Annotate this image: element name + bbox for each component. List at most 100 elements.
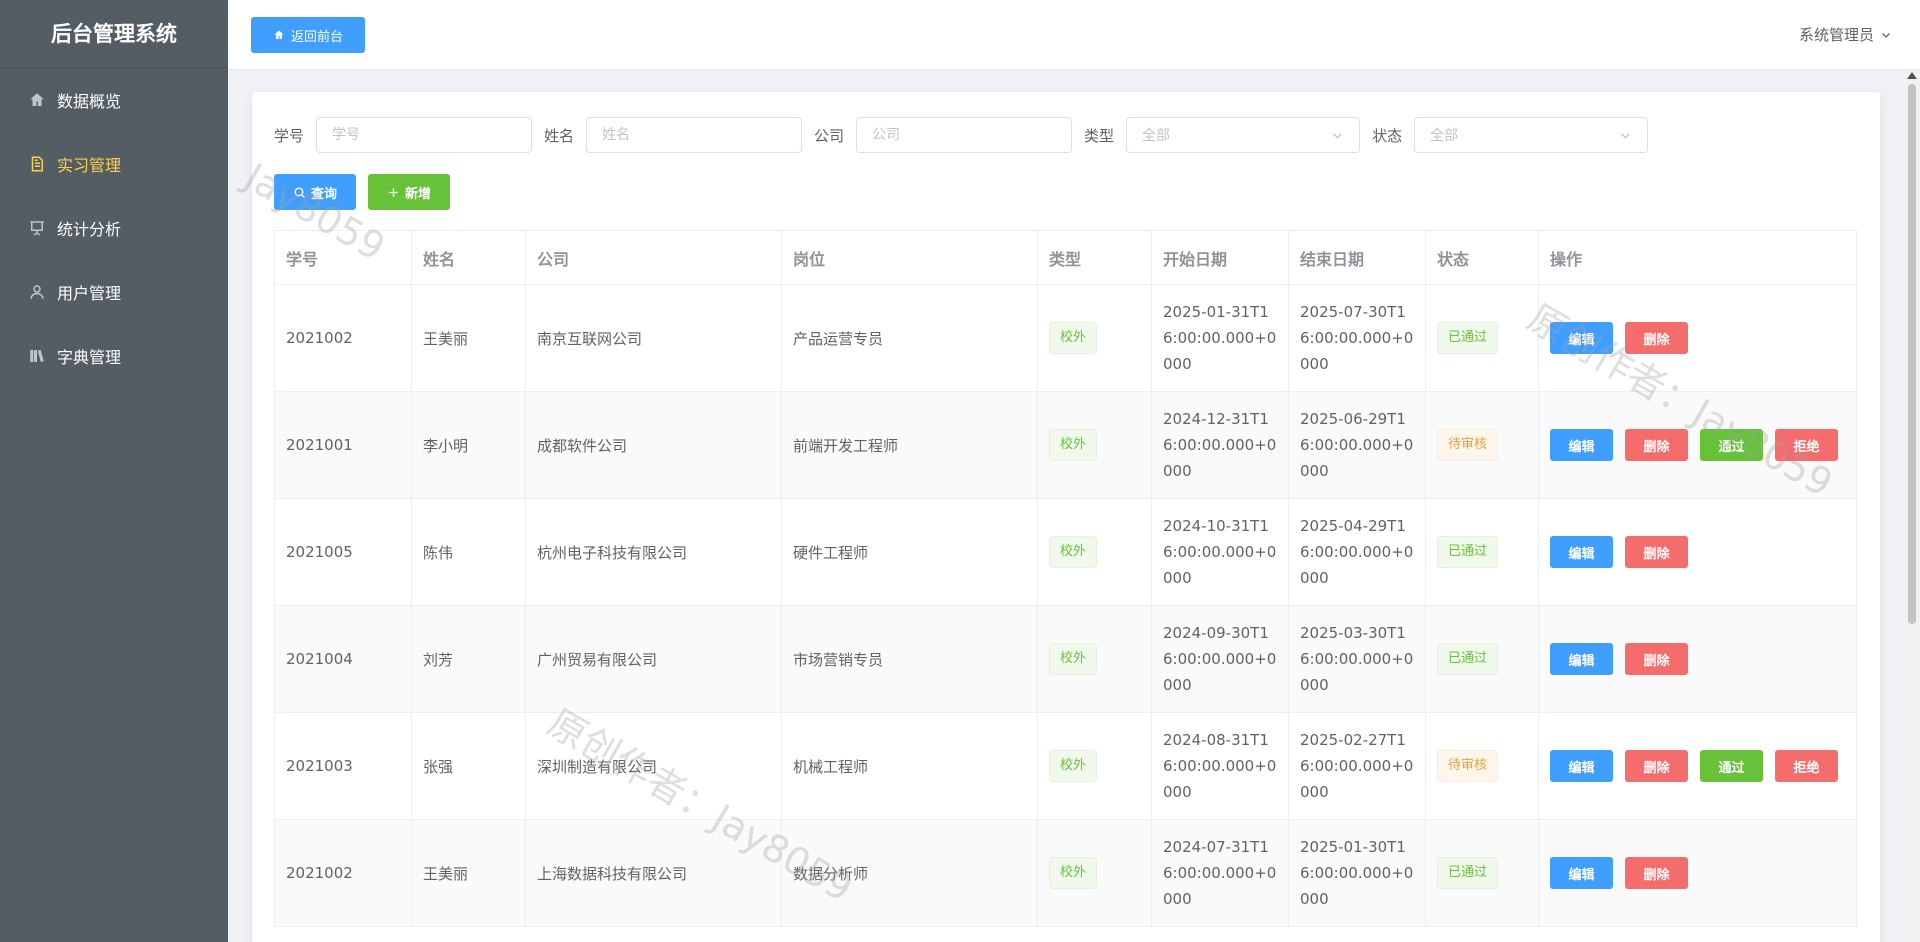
start-date-cell: 2024-07-31T16:00:00.000+0000 (1151, 819, 1289, 927)
sidebar-item-label: 实习管理 (57, 156, 122, 175)
chevron-down-icon (1333, 132, 1342, 139)
name-cell: 王美丽 (411, 819, 526, 927)
name-cell: 陈伟 (411, 498, 526, 606)
delete-button[interactable]: 删除 (1625, 536, 1688, 568)
start-date-cell: 2025-01-31T16:00:00.000+0000 (1151, 284, 1289, 392)
edit-button[interactable]: 编辑 (1550, 857, 1613, 889)
presentation-icon (28, 219, 46, 237)
position-cell: 机械工程师 (781, 712, 1038, 820)
chevron-down-icon (1882, 32, 1890, 38)
status-badge: 已通过 (1437, 322, 1499, 354)
student-id-cell: 2021002 (274, 819, 412, 927)
edit-button[interactable]: 编辑 (1550, 322, 1613, 354)
table-row: 2021001 李小明 成都软件公司 前端开发工程师 校外 2024-12-31… (274, 391, 1857, 499)
edit-button[interactable]: 编辑 (1550, 429, 1613, 461)
delete-button[interactable]: 删除 (1625, 857, 1688, 889)
type-select-value: 全部 (1142, 128, 1171, 144)
query-button[interactable]: 查询 (274, 174, 356, 210)
status-select-value: 全部 (1430, 128, 1459, 144)
filter-bar: 学号 姓名 公司 类型 全部 状态 全部 (274, 116, 1660, 154)
delete-button[interactable]: 删除 (1625, 429, 1688, 461)
status-select[interactable]: 全部 (1414, 117, 1649, 153)
approve-button[interactable]: 通过 (1700, 429, 1763, 461)
start-date-cell: 2024-12-31T16:00:00.000+0000 (1151, 391, 1289, 499)
delete-button[interactable]: 删除 (1625, 322, 1688, 354)
type-cell: 校外 (1037, 391, 1152, 499)
start-date-cell: 2024-08-31T16:00:00.000+0000 (1151, 712, 1289, 820)
type-tag: 校外 (1049, 643, 1098, 675)
position-cell: 硬件工程师 (781, 498, 1038, 606)
reject-button[interactable]: 拒绝 (1775, 750, 1838, 782)
approve-button[interactable]: 通过 (1700, 750, 1763, 782)
table-row: 2021002 王美丽 南京互联网公司 产品运营专员 校外 2025-01-31… (274, 284, 1857, 392)
delete-button[interactable]: 删除 (1625, 750, 1688, 782)
student-id-cell: 2021001 (274, 391, 412, 499)
company-input[interactable] (856, 117, 1073, 153)
column-header: 结束日期 (1288, 230, 1426, 285)
name-input[interactable] (586, 117, 803, 153)
name-cell: 张强 (411, 712, 526, 820)
sidebar-item-internship[interactable]: 实习管理 (0, 132, 228, 196)
reject-button[interactable]: 拒绝 (1775, 429, 1838, 461)
sidebar-item-dictionary[interactable]: 字典管理 (0, 324, 228, 388)
action-bar: 查询 新增 (274, 174, 450, 210)
chevron-down-icon (1621, 132, 1630, 139)
sidebar-item-label: 统计分析 (57, 220, 122, 239)
end-date-cell: 2025-04-29T16:00:00.000+0000 (1288, 498, 1426, 606)
books-icon (28, 347, 46, 365)
student-id-input[interactable] (316, 117, 533, 153)
name-label: 姓名 (544, 126, 575, 145)
type-cell: 校外 (1037, 498, 1152, 606)
sidebar-item-statistics[interactable]: 统计分析 (0, 196, 228, 260)
type-tag: 校外 (1049, 429, 1098, 461)
student-id-cell: 2021003 (274, 712, 412, 820)
status-cell: 已通过 (1425, 498, 1539, 606)
app-title: 后台管理系统 (0, 0, 228, 68)
scroll-thumb[interactable] (1908, 84, 1916, 624)
type-cell: 校外 (1037, 605, 1152, 713)
status-cell: 待审核 (1425, 391, 1539, 499)
table-row: 2021002 王美丽 上海数据科技有限公司 数据分析师 校外 2024-07-… (274, 819, 1857, 927)
actions-cell: 编辑 删除 通过 拒绝 (1538, 391, 1857, 499)
delete-button[interactable]: 删除 (1625, 643, 1688, 675)
actions-cell: 编辑 删除 (1538, 605, 1857, 713)
end-date-cell: 2025-01-30T16:00:00.000+0000 (1288, 819, 1426, 927)
query-label: 查询 (310, 186, 337, 202)
position-cell: 前端开发工程师 (781, 391, 1038, 499)
name-cell: 王美丽 (411, 284, 526, 392)
status-cell: 已通过 (1425, 819, 1539, 927)
add-label: 新增 (404, 186, 431, 202)
position-cell: 市场营销专员 (781, 605, 1038, 713)
edit-button[interactable]: 编辑 (1550, 750, 1613, 782)
status-badge: 已通过 (1437, 536, 1499, 568)
column-header: 类型 (1037, 230, 1152, 285)
actions-cell: 编辑 删除 (1538, 819, 1857, 927)
sidebar-item-users[interactable]: 用户管理 (0, 260, 228, 324)
table-row: 2021004 刘芳 广州贸易有限公司 市场营销专员 校外 2024-09-30… (274, 605, 1857, 713)
page-scrollbar[interactable] (1904, 70, 1920, 942)
type-cell: 校外 (1037, 712, 1152, 820)
edit-button[interactable]: 编辑 (1550, 536, 1613, 568)
sidebar-item-label: 用户管理 (57, 284, 122, 303)
edit-button[interactable]: 编辑 (1550, 643, 1613, 675)
column-header: 岗位 (781, 230, 1038, 285)
company-cell: 成都软件公司 (525, 391, 782, 499)
table-row: 2021003 张强 深圳制造有限公司 机械工程师 校外 2024-08-31T… (274, 712, 1857, 820)
sidebar: 后台管理系统 数据概览 实习管理 统计分析 用户管理 字典管理 (0, 0, 228, 942)
column-header: 公司 (525, 230, 782, 285)
back-to-frontend-label: 返回前台 (290, 29, 343, 45)
status-cell: 已通过 (1425, 605, 1539, 713)
sidebar-item-overview[interactable]: 数据概览 (0, 68, 228, 132)
user-icon (28, 283, 46, 301)
back-to-frontend-button[interactable]: 返回前台 (251, 17, 365, 53)
scroll-up-arrow-icon[interactable] (1907, 72, 1917, 79)
name-cell: 刘芳 (411, 605, 526, 713)
table-row: 2021005 陈伟 杭州电子科技有限公司 硬件工程师 校外 2024-10-3… (274, 498, 1857, 606)
add-button[interactable]: 新增 (368, 174, 450, 210)
type-tag: 校外 (1049, 750, 1098, 782)
type-select[interactable]: 全部 (1126, 117, 1361, 153)
student-id-cell: 2021004 (274, 605, 412, 713)
type-cell: 校外 (1037, 284, 1152, 392)
user-dropdown[interactable]: 系统管理员 (1799, 24, 1892, 45)
status-label: 状态 (1372, 126, 1403, 145)
